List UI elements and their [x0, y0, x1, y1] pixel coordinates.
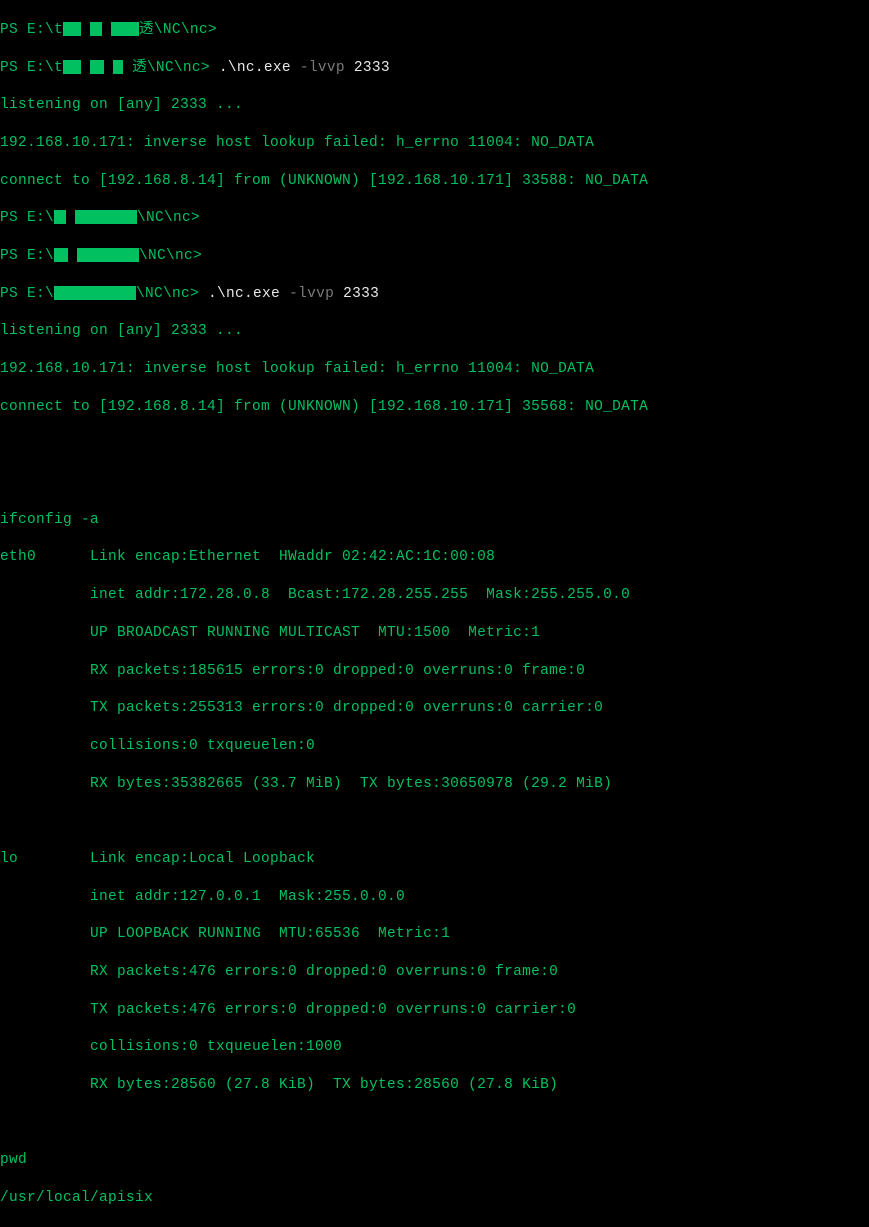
lo-line: inet addr:127.0.0.1 Mask:255.0.0.0 [0, 888, 869, 907]
prompt-line-3: PS E:\ \NC\nc> [0, 209, 869, 228]
redacted-block [75, 210, 137, 224]
prompt-prefix: PS E:\ [0, 248, 54, 264]
redacted-block [113, 60, 123, 74]
lo-line: UP LOOPBACK RUNNING MTU:65536 Metric:1 [0, 925, 869, 944]
blank-line [0, 812, 869, 831]
eth0-line: collisions:0 txqueuelen:0 [0, 737, 869, 756]
prompt-prefix: PS E:\t [0, 22, 63, 38]
prompt-suffix: 透\NC\nc> [139, 22, 217, 38]
pwd-command: pwd [0, 1151, 869, 1170]
cmd-flag: -lvvp [300, 60, 354, 76]
listening-line: listening on [any] 2333 ... [0, 96, 869, 115]
prompt-line-5: PS E:\ \NC\nc> .\nc.exe -lvvp 2333 [0, 285, 869, 304]
eth0-line: eth0 Link encap:Ethernet HWaddr 02:42:AC… [0, 548, 869, 567]
redacted-block [54, 248, 68, 262]
eth0-line: inet addr:172.28.0.8 Bcast:172.28.255.25… [0, 586, 869, 605]
listening-line: listening on [any] 2333 ... [0, 322, 869, 341]
ifconfig-command: ifconfig -a [0, 511, 869, 530]
prompt-suffix: 透\NC\nc> [132, 60, 219, 76]
cmd-dot: . [208, 286, 217, 302]
prompt-prefix: PS E:\ [0, 286, 54, 302]
connect-line: connect to [192.168.8.14] from (UNKNOWN)… [0, 398, 869, 417]
blank-line [0, 1114, 869, 1133]
pwd-output: /usr/local/apisix [0, 1189, 869, 1208]
prompt-line-2: PS E:\t 透\NC\nc> .\nc.exe -lvvp 2333 [0, 59, 869, 78]
cmd-dot: . [219, 60, 228, 76]
redacted-block [90, 60, 104, 74]
eth0-line: UP BROADCAST RUNNING MULTICAST MTU:1500 … [0, 624, 869, 643]
prompt-line-1: PS E:\t 透\NC\nc> [0, 21, 869, 40]
cmd-nc: \nc.exe [228, 60, 300, 76]
prompt-prefix: PS E:\ [0, 210, 54, 226]
prompt-line-4: PS E:\ \NC\nc> [0, 247, 869, 266]
connect-line: connect to [192.168.8.14] from (UNKNOWN)… [0, 172, 869, 191]
redacted-block [111, 22, 139, 36]
lookup-failed-line: 192.168.10.171: inverse host lookup fail… [0, 360, 869, 379]
blank-line [0, 435, 869, 454]
lo-line: TX packets:476 errors:0 dropped:0 overru… [0, 1001, 869, 1020]
prompt-prefix: PS E:\t [0, 60, 63, 76]
prompt-suffix: \NC\nc> [136, 286, 208, 302]
lo-line: collisions:0 txqueuelen:1000 [0, 1038, 869, 1057]
eth0-line: RX bytes:35382665 (33.7 MiB) TX bytes:30… [0, 775, 869, 794]
redacted-block [77, 248, 139, 262]
cmd-port: 2333 [354, 60, 390, 76]
cmd-port: 2333 [343, 286, 379, 302]
eth0-line: TX packets:255313 errors:0 dropped:0 ove… [0, 699, 869, 718]
lo-line: lo Link encap:Local Loopback [0, 850, 869, 869]
lo-line: RX packets:476 errors:0 dropped:0 overru… [0, 963, 869, 982]
lookup-failed-line: 192.168.10.171: inverse host lookup fail… [0, 134, 869, 153]
prompt-suffix: \NC\nc> [139, 248, 202, 264]
terminal-output[interactable]: PS E:\t 透\NC\nc> PS E:\t 透\NC\nc> .\nc.e… [0, 2, 869, 1227]
redacted-block [54, 286, 136, 300]
redacted-block [63, 60, 81, 74]
lo-line: RX bytes:28560 (27.8 KiB) TX bytes:28560… [0, 1076, 869, 1095]
blank-line [0, 473, 869, 492]
redacted-block [90, 22, 102, 36]
cmd-flag: -lvvp [289, 286, 343, 302]
redacted-block [63, 22, 81, 36]
prompt-suffix: \NC\nc> [137, 210, 200, 226]
redacted-block [54, 210, 66, 224]
cmd-nc: \nc.exe [217, 286, 289, 302]
